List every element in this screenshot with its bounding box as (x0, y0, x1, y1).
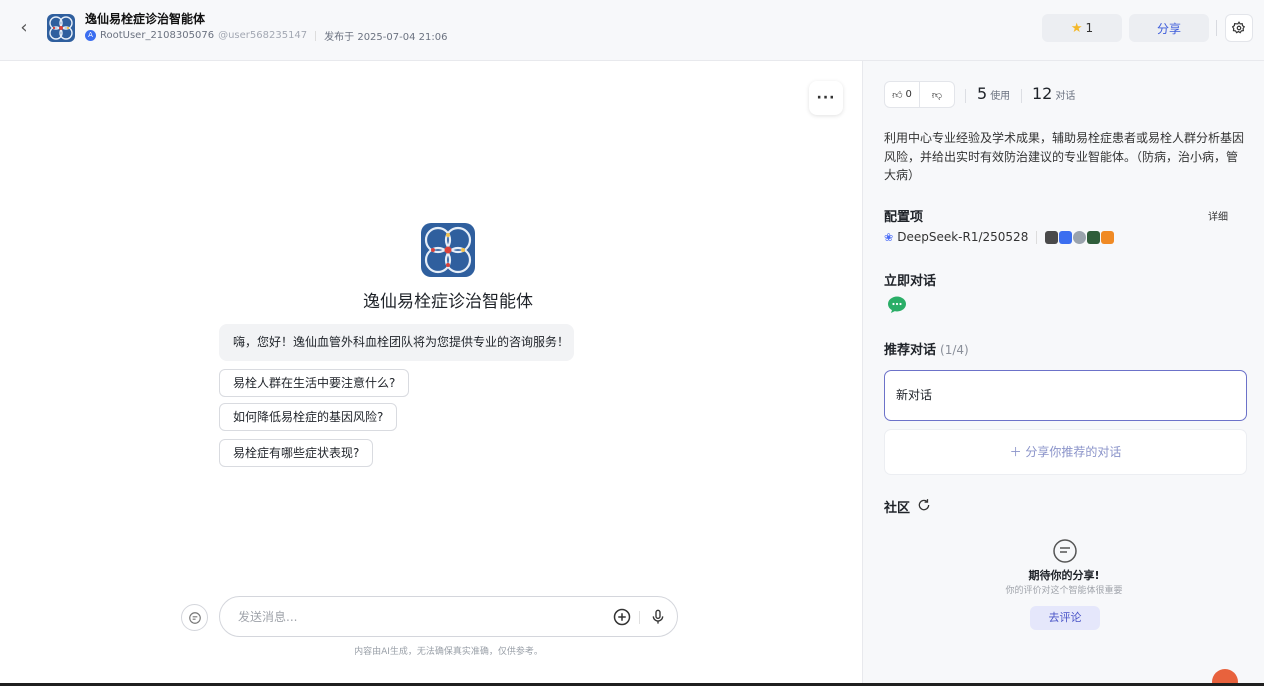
model-config: ❀ DeepSeek-R1/250528 (884, 230, 1115, 244)
divider (1021, 89, 1022, 103)
share-recommend-button[interactable]: ＋ 分享你推荐的对话 (884, 429, 1247, 475)
gear-icon (1232, 21, 1246, 34)
agent-info-sidebar: 👍︎ 0 👎︎ 5 使用 12 对话 利用中心专业经验及学术成果，辅助易栓症患者或易… (862, 61, 1264, 686)
user-badge-icon: A (85, 30, 96, 41)
publish-date: 发布于 2025-07-04 21:06 (324, 32, 448, 43)
plugin-icon[interactable] (1059, 230, 1073, 244)
recommended-conversation[interactable]: 新对话 (884, 370, 1247, 421)
dislike-button[interactable]: 👎︎ (919, 82, 954, 107)
vote-group: 👍︎ 0 👎︎ (884, 81, 955, 108)
share-button[interactable]: 分享 (1129, 14, 1209, 42)
plugin-icon[interactable] (1073, 230, 1087, 244)
agent-logo (47, 14, 75, 42)
usage-count: 5 (977, 84, 988, 103)
deepseek-icon: ❀ (884, 230, 894, 244)
suggested-question[interactable]: 如何降低易栓症的基因风险? (219, 403, 398, 431)
recommend-label: 推荐对话 (884, 343, 937, 358)
plugin-icon[interactable] (1045, 230, 1059, 244)
more-options-button[interactable]: ··· (809, 81, 843, 115)
divider (965, 89, 966, 103)
suggested-question[interactable]: 易栓人群在生活中要注意什么? (219, 369, 410, 397)
dialog-stat: 12 对话 (1032, 84, 1075, 103)
empty-state-title: 期待你的分享! (1028, 569, 1100, 582)
refresh-icon[interactable] (917, 498, 931, 512)
divider (315, 30, 317, 41)
author-meta: A RootUser_2108305076 @user568235147 发布于… (85, 28, 447, 43)
favorite-count: 1 (1085, 21, 1094, 35)
model-name: DeepSeek-R1/250528 (897, 230, 1029, 244)
page-title: 逸仙易栓症诊治智能体 (85, 12, 206, 26)
divider (639, 611, 640, 624)
chat-panel: ··· 逸仙易栓症诊治智能体 嗨，您好！逸仙血管外科血栓团队将为您提供专业的咨询… (0, 61, 862, 686)
suggested-question[interactable]: 易栓症有哪些症状表现? (219, 439, 374, 467)
top-header: ‹ 逸仙易栓症诊治智能体 A RootUser_2108305076 @user… (0, 0, 1264, 61)
agent-name: 逸仙易栓症诊治智能体 (363, 292, 533, 312)
author-handle: @user568235147 (218, 30, 308, 41)
broom-icon (188, 611, 201, 624)
agent-description: 利用中心专业经验及学术成果，辅助易栓症患者或易栓人群分析基因风险，并给出实时有效… (884, 131, 1245, 182)
plugin-icon[interactable] (1087, 230, 1101, 244)
instant-chat-title: 立即对话 (884, 274, 937, 289)
message-input-box (219, 596, 678, 637)
settings-button[interactable] (1225, 14, 1253, 42)
message-input[interactable] (238, 607, 598, 627)
star-icon: ★ (1070, 20, 1083, 36)
config-title: 配置项 (884, 210, 924, 225)
empty-state-subtitle: 你的评价对这个智能体很重要 (1005, 586, 1123, 596)
usage-label: 使用 (990, 91, 1011, 102)
community-title: 社区 (884, 501, 911, 516)
microphone-icon[interactable] (650, 608, 666, 626)
comment-button[interactable]: 去评论 (1030, 606, 1100, 630)
plugin-icon[interactable] (1101, 230, 1115, 244)
divider (1036, 230, 1038, 244)
greeting-message: 嗨，您好！逸仙血管外科血栓团队将为您提供专业的咨询服务！ (219, 324, 574, 361)
ai-disclaimer: 内容由AI生成，无法确保真实准确，仅供参考。 (354, 647, 543, 657)
divider (1216, 20, 1217, 36)
plus-circle-icon[interactable] (613, 608, 631, 626)
favorite-button[interactable]: ★ 1 (1042, 14, 1122, 42)
author-name[interactable]: RootUser_2108305076 (100, 30, 214, 41)
comment-icon (1053, 539, 1077, 563)
like-button[interactable]: 👍︎ 0 (885, 82, 919, 107)
clear-chat-button[interactable] (181, 604, 208, 631)
agent-avatar (421, 223, 475, 277)
thumbs-up-icon: 👍︎ (892, 89, 903, 101)
recommend-title: 推荐对话 (1/4) (884, 339, 969, 358)
recommend-count: (1/4) (940, 343, 969, 357)
wechat-icon[interactable] (887, 296, 907, 314)
thumbs-down-icon: 👎︎ (931, 89, 943, 101)
back-arrow-icon[interactable]: ‹ (14, 16, 34, 40)
dialog-count: 12 (1032, 84, 1053, 103)
like-count: 0 (905, 89, 912, 100)
detail-link[interactable]: 详细 (1208, 208, 1228, 223)
dialog-label: 对话 (1055, 91, 1076, 102)
usage-stat: 5 使用 (977, 84, 1010, 103)
